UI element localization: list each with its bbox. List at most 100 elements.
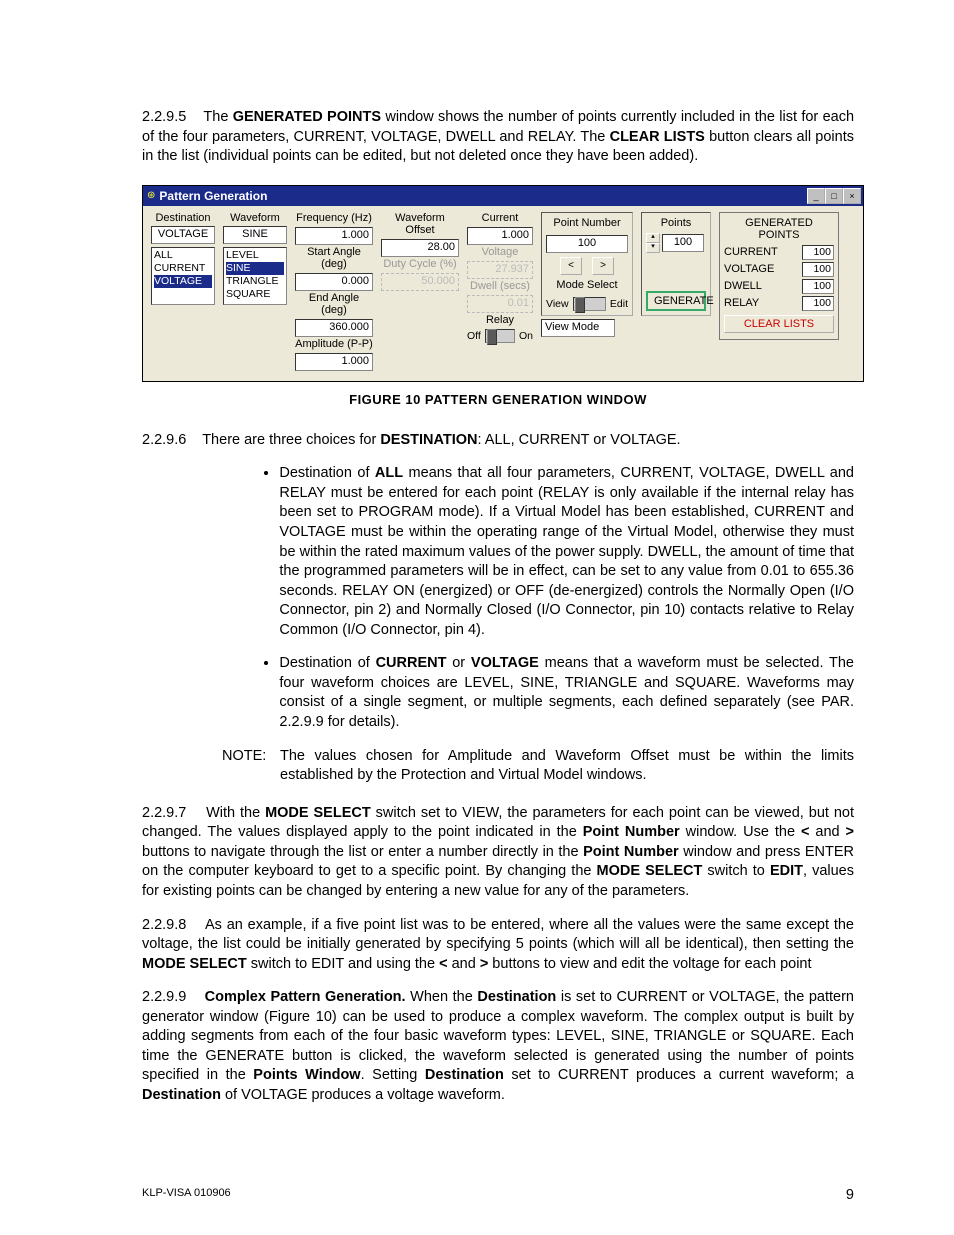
- end-angle-field[interactable]: 360.000: [295, 319, 373, 337]
- bold: Destination: [477, 989, 556, 1005]
- amplitude-label: Amplitude (P-P): [295, 338, 373, 350]
- points-label: Points: [646, 217, 706, 229]
- sec-num: 2.2.9.5: [142, 109, 186, 125]
- duty-cycle-label: Duty Cycle (%): [381, 258, 459, 270]
- mode-edit-label: Edit: [610, 298, 628, 310]
- bold: Point Number: [583, 824, 680, 840]
- bold: MODE SELECT: [597, 863, 703, 879]
- waveform-label: Waveform: [223, 212, 287, 224]
- text: There are three choices for: [202, 432, 380, 448]
- generated-points-title: GENERATED POINTS: [724, 217, 834, 241]
- close-button[interactable]: ×: [843, 188, 861, 204]
- bold: MODE SELECT: [142, 956, 247, 972]
- bold: MODE SELECT: [265, 805, 371, 821]
- clear-lists-button[interactable]: CLEAR LISTS: [724, 315, 834, 333]
- relay-slider[interactable]: [485, 329, 515, 343]
- waveform-option[interactable]: TRIANGLE: [226, 275, 284, 288]
- waveform-option[interactable]: LEVEL: [226, 249, 284, 262]
- relay-off-label: Off: [467, 330, 481, 342]
- waveform-option[interactable]: SQUARE: [226, 288, 284, 301]
- text: : ALL, CURRENT or VOLTAGE.: [478, 432, 681, 448]
- bold: GENERATED POINTS: [233, 109, 381, 125]
- frequency-label: Frequency (Hz): [295, 212, 373, 224]
- sec-num: 2.2.9.6: [142, 432, 186, 448]
- mode-select-slider[interactable]: [573, 297, 606, 311]
- gp-value: 100: [802, 296, 834, 311]
- para-2296: 2.2.9.6 There are three choices for DEST…: [142, 431, 854, 451]
- para-2298: 2.2.9.8 As an example, if a five point l…: [142, 916, 854, 975]
- destination-selected[interactable]: VOLTAGE: [151, 226, 215, 244]
- frequency-field[interactable]: 1.000: [295, 227, 373, 245]
- bold: ALL: [375, 465, 403, 481]
- note: NOTE: The values chosen for Amplitude an…: [222, 747, 854, 786]
- generated-points-panel: GENERATED POINTS CURRENT 100 VOLTAGE 100 D…: [719, 212, 839, 340]
- gp-value: 100: [802, 279, 834, 294]
- maximize-button[interactable]: □: [825, 188, 843, 204]
- gp-value: 100: [802, 245, 834, 260]
- destination-option[interactable]: ALL: [154, 249, 212, 262]
- dwell-field: 0.01: [467, 295, 533, 313]
- waveform-option[interactable]: SINE: [226, 262, 284, 275]
- destination-option[interactable]: CURRENT: [154, 262, 212, 275]
- prev-point-button[interactable]: <: [560, 257, 582, 275]
- waveform-offset-label: Waveform Offset: [381, 212, 459, 236]
- voltage-label: Voltage: [467, 246, 533, 258]
- text: When the: [406, 989, 478, 1005]
- start-angle-label: Start Angle (deg): [295, 246, 373, 270]
- para-2297: 2.2.9.7 With the MODE SELECT switch set …: [142, 804, 854, 902]
- page-number: 9: [846, 1187, 854, 1203]
- dwell-label: Dwell (secs): [467, 280, 533, 292]
- window-title: Pattern Generation: [159, 189, 267, 203]
- points-down-button[interactable]: ▾: [646, 243, 660, 253]
- gp-key: DWELL: [724, 280, 762, 292]
- gp-key: CURRENT: [724, 246, 778, 258]
- pattern-generation-window: ⊛ Pattern Generation _ □ × Destination V…: [142, 185, 864, 382]
- destination-option[interactable]: VOLTAGE: [154, 275, 212, 288]
- waveform-offset-field[interactable]: 28.00: [381, 239, 459, 257]
- bold: Points Window: [253, 1067, 360, 1083]
- bold: CURRENT: [376, 655, 447, 671]
- page: 2.2.9.5 The GENERATED POINTS window show…: [0, 0, 954, 1235]
- waveform-selected[interactable]: SINE: [223, 226, 287, 244]
- start-angle-field[interactable]: 0.000: [295, 273, 373, 291]
- gp-key: VOLTAGE: [724, 263, 774, 275]
- points-field[interactable]: 100: [662, 234, 704, 252]
- generate-button[interactable]: GENERATE: [646, 291, 706, 311]
- mode-view-label: View: [546, 298, 569, 310]
- text: and: [448, 956, 480, 972]
- relay-on-label: On: [519, 330, 533, 342]
- text: or: [446, 655, 470, 671]
- note-text: The values chosen for Amplitude and Wave…: [280, 747, 854, 786]
- destination-bullets: Destination of ALL means that all four p…: [262, 464, 854, 732]
- bold: >: [846, 824, 854, 840]
- text: buttons to view and edit the voltage for…: [488, 956, 811, 972]
- destination-list[interactable]: ALL CURRENT VOLTAGE: [151, 247, 215, 305]
- bold: Destination: [142, 1087, 221, 1103]
- gp-key: RELAY: [724, 297, 759, 309]
- text: As an example, if a five point list was …: [142, 917, 854, 953]
- footer-left: KLP-VISA 010906: [142, 1187, 231, 1203]
- waveform-list[interactable]: LEVEL SINE TRIANGLE SQUARE: [223, 247, 287, 305]
- sec-num: 2.2.9.7: [142, 805, 186, 821]
- text: and: [809, 824, 845, 840]
- points-up-button[interactable]: ▴: [646, 233, 660, 243]
- footer: KLP-VISA 010906 9: [142, 1187, 854, 1203]
- figure-caption: FIGURE 10 PATTERN GENERATION WINDOW: [142, 392, 854, 407]
- current-field[interactable]: 1.000: [467, 227, 533, 245]
- point-number-label: Point Number: [546, 217, 628, 229]
- duty-cycle-field: 50.000: [381, 273, 459, 291]
- relay-label: Relay: [467, 314, 533, 326]
- text: of VOLTAGE produces a voltage waveform.: [221, 1087, 505, 1103]
- sec-num: 2.2.9.8: [142, 917, 186, 933]
- view-mode-readout: View Mode: [541, 319, 615, 337]
- next-point-button[interactable]: >: [592, 257, 614, 275]
- para-2295: 2.2.9.5 The GENERATED POINTS window show…: [142, 108, 854, 167]
- minimize-button[interactable]: _: [807, 188, 825, 204]
- sec-num: 2.2.9.9: [142, 989, 186, 1005]
- bold: CLEAR LISTS: [610, 129, 705, 145]
- amplitude-field[interactable]: 1.000: [295, 353, 373, 371]
- text: switch to: [702, 863, 770, 879]
- point-number-field[interactable]: 100: [546, 235, 628, 253]
- text: Destination of: [279, 655, 375, 671]
- text: means that all four parameters, CURRENT,…: [279, 465, 854, 638]
